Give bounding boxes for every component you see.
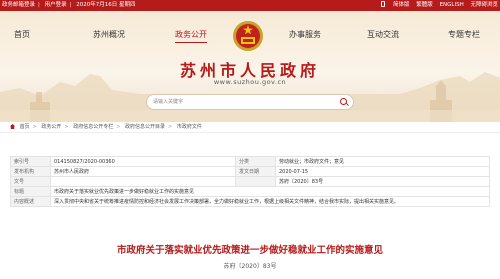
issue-date-value: 2020-07-15 (275, 166, 490, 177)
table-row: 内容概述 深入贯彻中央和省关于统筹推进疫情防控和经济社会发展工作决策部署，全力做… (10, 196, 490, 207)
user-login-link[interactable]: 用户登录 (45, 2, 67, 8)
accessibility-link[interactable]: 无障碍浏览 (470, 2, 498, 8)
breadcrumb-home[interactable]: 首页 (20, 124, 30, 130)
breadcrumb-info-column[interactable]: 政府信息公开专栏 (73, 124, 113, 130)
nav-interaction[interactable]: 互动交流 (367, 29, 399, 40)
doc-number-label: 文号 (10, 176, 51, 187)
document-title: 市政府关于落实就业优先政策进一步做好稳就业工作的实施意见 (116, 245, 383, 256)
nav-government-affairs-label: 政务公开 (175, 30, 207, 39)
english-link[interactable]: ENGLISH (440, 2, 464, 8)
national-emblem-icon (233, 21, 263, 51)
home-icon (10, 124, 15, 129)
breadcrumb: 首页 > 政务公开 > 政府信息公开专栏 > 政府信息公开目录 > 市政府文件 (0, 122, 500, 133)
current-date: 2020年7月16日 星期四 (76, 2, 136, 8)
search-input[interactable] (153, 97, 333, 107)
table-row: 文号 苏府〔2020〕83号 (10, 176, 490, 187)
doc-number-blank (50, 176, 236, 187)
table-row: 索引号 014150827/2020-00360 分类 劳动就业；市政府文件；意… (10, 156, 490, 167)
breadcrumb-separator: > (32, 124, 37, 130)
title-label: 标题 (10, 186, 51, 197)
doc-number-value: 苏府〔2020〕83号 (275, 176, 490, 187)
publisher-label: 发布机构 (10, 166, 51, 177)
site-url: www.suzhou.gov.cn (213, 78, 287, 86)
active-underline (175, 42, 207, 43)
phone-icon (381, 1, 386, 7)
breadcrumb-separator: > (168, 124, 173, 130)
breadcrumb-separator: > (64, 124, 69, 130)
summary-label: 内容概述 (10, 196, 51, 207)
issue-date-label: 发文日期 (235, 166, 276, 177)
nav-suzhou-overview[interactable]: 苏州概况 (93, 29, 125, 40)
header-banner: 首页 苏州概况 政务公开 办事服务 互动交流 专题专栏 苏州市人民政府 www.… (0, 11, 500, 122)
index-label: 索引号 (10, 156, 51, 167)
mailbox-login-link[interactable]: 政务邮箱登录 (2, 2, 35, 8)
document-number: 苏府〔2020〕83号 (223, 263, 277, 270)
document-info-table: 索引号 014150827/2020-00360 分类 劳动就业；市政府文件；意… (10, 156, 490, 207)
title-value: 市政府关于落实就业优先政策进一步做好稳就业工作的实施意见 (50, 186, 490, 197)
simplified-link[interactable]: 简体版 (393, 2, 410, 8)
table-row: 标题 市政府关于落实就业优先政策进一步做好稳就业工作的实施意见 (10, 186, 490, 197)
search-box (146, 94, 354, 110)
top-bar: 政务邮箱登录 | 用户登录 | 2020年7月16日 星期四 简体版 繁體版 ENG… (0, 0, 500, 11)
index-value: 014150827/2020-00360 (50, 156, 236, 167)
mobile-link[interactable] (381, 1, 386, 8)
separator: | (69, 2, 72, 8)
nav-services[interactable]: 办事服务 (289, 29, 321, 40)
summary-value: 深入贯彻中央和省关于统筹推进疫情防控和经济社会发展工作决策部署，全力做好稳就业工… (50, 196, 490, 207)
breadcrumb-separator: > (116, 124, 121, 130)
doc-number-spacer (235, 176, 276, 187)
traditional-link[interactable]: 繁體版 (416, 2, 433, 8)
category-value: 劳动就业；市政府文件；意见 (275, 156, 490, 167)
search-icon[interactable] (340, 98, 347, 105)
nav-home[interactable]: 首页 (14, 29, 30, 40)
nav-government-affairs[interactable]: 政务公开 (175, 29, 207, 43)
nav-special-topics[interactable]: 专题专栏 (448, 29, 480, 40)
publisher-value: 苏州市人民政府 (50, 166, 236, 177)
breadcrumb-info-catalog[interactable]: 政府信息公开目录 (125, 124, 165, 130)
separator: | (38, 2, 40, 8)
category-label: 分类 (235, 156, 276, 167)
table-row: 发布机构 苏州市人民政府 发文日期 2020-07-15 (10, 166, 490, 177)
breadcrumb-city-documents[interactable]: 市政府文件 (177, 124, 202, 130)
breadcrumb-government-affairs[interactable]: 政务公开 (41, 124, 61, 130)
